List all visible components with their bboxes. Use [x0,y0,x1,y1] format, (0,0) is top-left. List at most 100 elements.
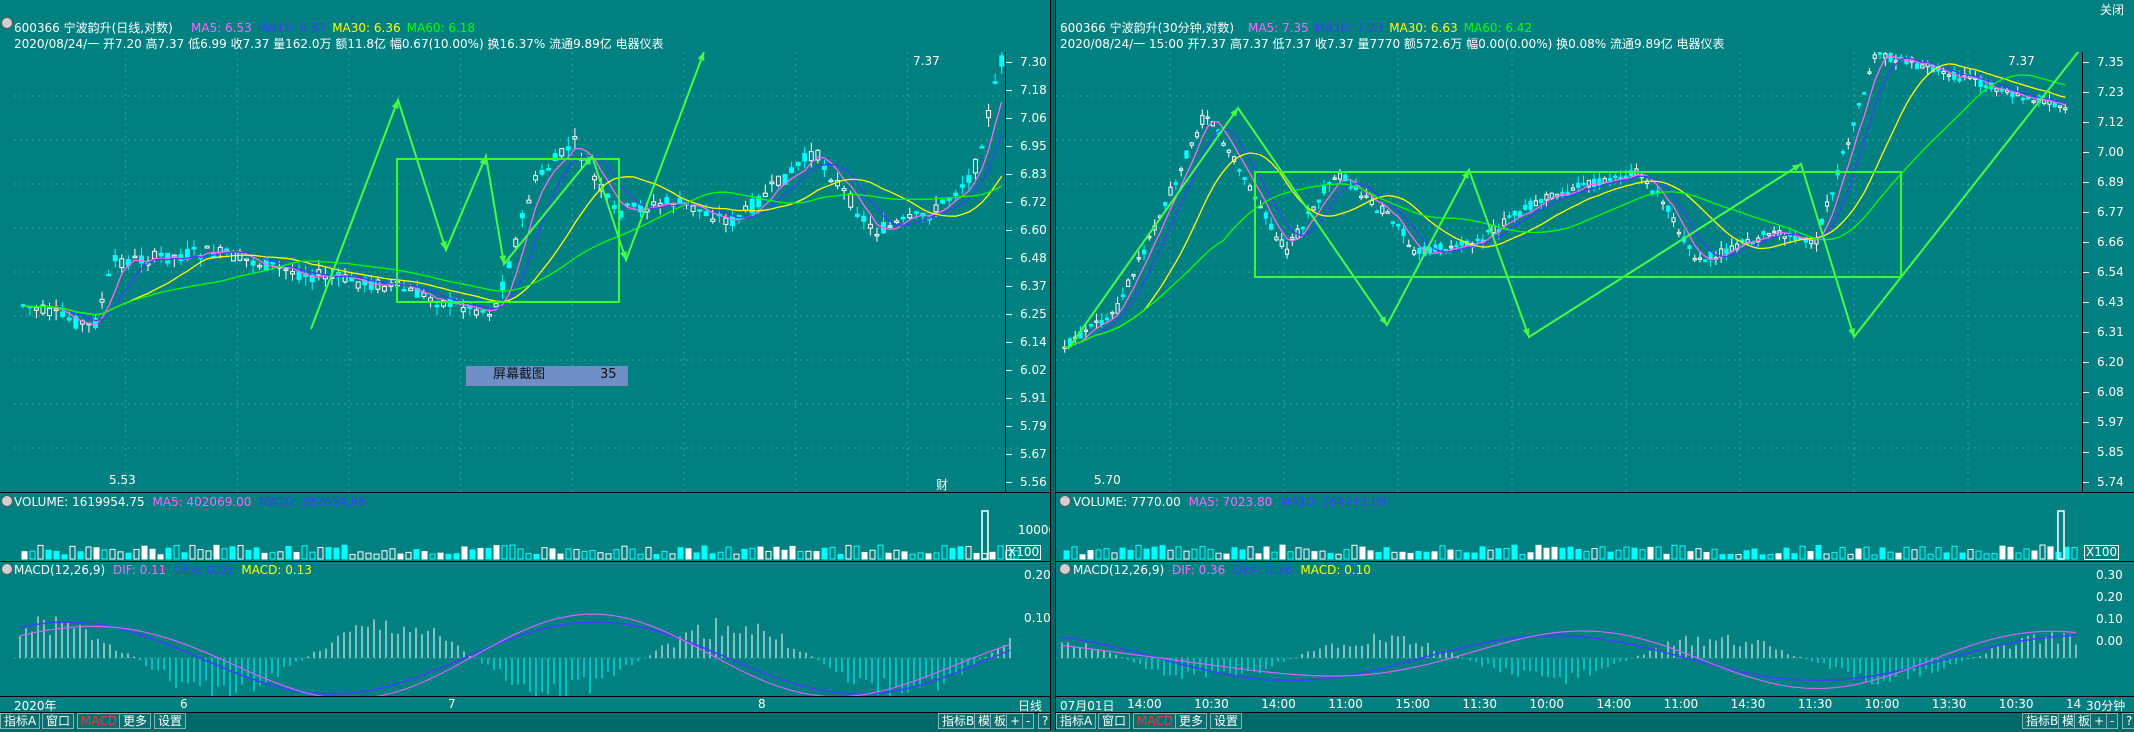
right-ma-item-1: MA10: 7.23 [1314,21,1384,35]
candle-body [191,246,197,250]
right-tab-right-0[interactable]: 指标B [2022,713,2063,729]
left-candlestick-chart[interactable] [14,52,1019,492]
right-tab-2[interactable]: MACD [1133,713,1177,729]
volume-bar [493,545,500,560]
left-ma-item-0: MA5: 6.53 [191,21,252,35]
right-tab-right-5[interactable]: ? [2122,713,2134,729]
right-tab-0[interactable]: 指标A [1056,713,1097,729]
right-price-tick-mark [2083,272,2089,273]
left-price-tick-mark [1006,90,1012,91]
candle-body [1173,182,1178,185]
right-tab-1[interactable]: 窗口 [1098,713,1131,729]
right-date-label: 10:00 [1529,697,1565,711]
left-macd-chart[interactable] [14,563,1019,696]
right-price-tick: 7.35 [2097,55,2124,69]
left-chart-panel[interactable]: 600366 宁波韵升(日线,对数) MA5: 6.53 MA10: 6.37 MA… [0,0,1056,732]
right-price-tick: 6.89 [2097,175,2124,189]
arrow-head-icon [620,251,627,260]
left-price-tick: 6.25 [1020,307,1047,321]
candle-body [106,273,112,277]
volume-bar [1111,552,1118,560]
volume-bar [597,552,604,560]
candle-body [1385,211,1390,214]
volume-bar [645,546,652,560]
left-tab-2[interactable]: MACD [77,713,121,729]
candle-body [743,205,749,211]
left-tab-1[interactable]: 窗口 [42,713,75,729]
candle-body [2020,97,2026,101]
left-tab-right-0[interactable]: 指标B [938,713,979,729]
volume-bar [1263,546,1270,560]
right-tab-4[interactable]: 设置 [1210,713,1243,729]
left-macd-icon[interactable] [1,563,13,575]
left-volume-chart[interactable] [14,495,1019,561]
right-volume-chart[interactable] [1056,495,2082,561]
candle-body [1920,64,1925,69]
volume-bar [1311,551,1318,560]
candle-body [1364,195,1369,198]
candle-body [1750,242,1756,245]
left-macd-tick-2: 0.10 [1024,611,1051,625]
left-tab-0[interactable]: 指标A [0,713,41,729]
left-price-tick: 6.83 [1020,167,1047,181]
candle-body [1512,210,1517,216]
volume-bar [1903,546,1910,560]
right-candlestick-chart[interactable] [1056,52,2082,492]
arrow-head-icon [1379,316,1387,325]
left-price-tick: 7.06 [1020,111,1047,125]
right-date-label: 14:00 [1127,697,1162,711]
left-tab-3[interactable]: 更多 [119,713,152,729]
volume-bar [1143,548,1150,560]
volume-bar [717,551,724,560]
volume-bar [2023,548,2030,560]
candle-body [572,136,578,140]
right-tab-right-4[interactable]: - [2106,713,2119,729]
right-macd-tick-3: 0.10 [2096,612,2123,626]
candle-body [1819,218,1824,225]
volume-bar [1607,551,1614,560]
volume-bar [781,549,788,560]
close-corner-label[interactable]: 关闭 [2100,3,2124,17]
left-ma-item-2: MA30: 6.36 [332,21,401,35]
volume-bar [821,547,828,560]
right-volume-divider [1056,492,2134,493]
volume-bar [1887,551,1894,560]
candle-body [1438,243,1443,250]
candle-body [1862,92,1867,95]
candle-body [828,179,834,183]
right-price-tick-mark [2083,242,2089,243]
volume-bar [1775,553,1782,560]
left-settings-icon[interactable] [1,17,13,29]
candle-body [533,175,538,181]
left-volume-icon[interactable] [1,495,13,507]
candle-body [500,281,506,291]
left-date-label: 8 [758,697,766,711]
right-price-tick: 7.12 [2097,115,2124,129]
volume-bar [901,551,908,560]
volume-bar [1719,554,1726,560]
left-tab-4[interactable]: 设置 [154,713,187,729]
volume-bar [669,553,676,560]
candle-body [546,168,552,171]
candle-body [848,193,854,208]
candle-body [1221,142,1226,146]
wave-trendline[interactable] [1067,52,2082,350]
right-price-tick: 6.77 [2097,205,2124,219]
volume-bar [269,552,276,560]
right-tab-3[interactable]: 更多 [1175,713,1208,729]
candle-body [408,287,414,292]
left-tab-right-4[interactable]: - [1022,713,1035,729]
candle-body [47,307,53,317]
right-chart-panel[interactable]: 600366 宁波韵升(30分钟,对数) MA5: 7.35 MA10: 7.23… [1056,0,2134,732]
consolidation-box[interactable] [396,158,620,303]
volume-bar [1319,550,1326,560]
candle-body [1576,182,1581,188]
volume-bar [949,548,956,560]
volume-bar [1855,548,1862,560]
volume-bar [1751,548,1758,560]
volume-bar [1127,549,1134,560]
left-price-tick: 7.18 [1020,83,1047,97]
right-ma-item-3: MA60: 6.42 [1463,21,1533,35]
candle-body [427,297,433,302]
right-macd-chart[interactable] [1056,563,2082,696]
